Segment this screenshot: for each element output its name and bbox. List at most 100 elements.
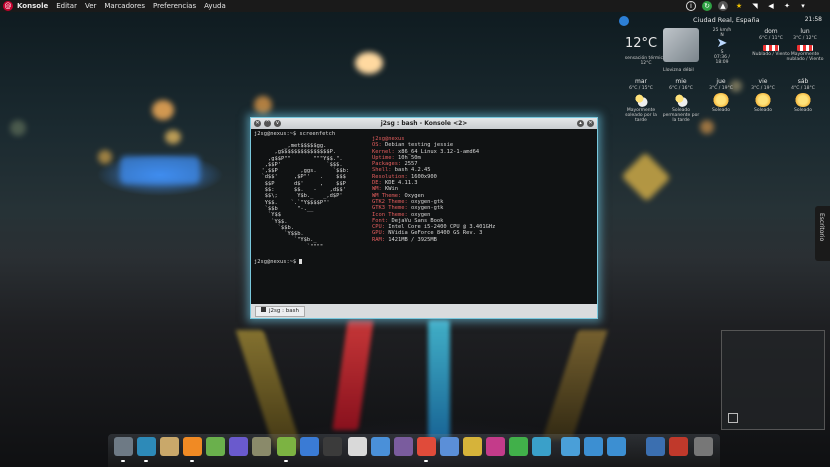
info-row: RAM: 1421MB / 3925MB bbox=[372, 237, 495, 243]
info-key: WM: bbox=[372, 186, 382, 193]
clock: 21:58 bbox=[804, 16, 822, 23]
volume-icon[interactable]: ◀ bbox=[766, 1, 776, 11]
prompt-text: j2sg@nexus:~$ bbox=[254, 259, 297, 265]
film-icon[interactable] bbox=[323, 437, 342, 456]
info-key: Resolution: bbox=[372, 173, 408, 180]
media-icon[interactable] bbox=[417, 437, 436, 456]
home-folder-icon[interactable] bbox=[561, 437, 580, 456]
menu-bar: Konsole Editar Ver Marcadores Preferenci… bbox=[17, 0, 234, 12]
reflection-cyan bbox=[428, 320, 450, 440]
debian-swirl-icon[interactable]: @ bbox=[3, 1, 13, 11]
screenshot-icon[interactable] bbox=[646, 437, 665, 456]
weather-location: Ciudad Real, España bbox=[693, 16, 760, 24]
file-manager-icon[interactable] bbox=[160, 437, 179, 456]
wifi-icon[interactable]: ◥ bbox=[750, 1, 760, 11]
terminal-tab-icon bbox=[261, 307, 266, 312]
info-key: Shell: bbox=[372, 167, 392, 174]
info-key: WM Theme: bbox=[372, 192, 402, 199]
info-value: bash 4.2.45 bbox=[394, 167, 431, 174]
bokeh-light bbox=[152, 100, 174, 120]
forecast-day: mie 6°C / 16°C Soleado permanente por la… bbox=[661, 78, 701, 123]
arrow-icon[interactable]: ▾ bbox=[798, 1, 808, 11]
reflection-red bbox=[332, 320, 374, 430]
stats-icon[interactable] bbox=[300, 437, 319, 456]
gimp-icon[interactable] bbox=[252, 437, 271, 456]
info-value: 1421MB / 3925MB bbox=[388, 236, 437, 243]
info-value: 1600x900 bbox=[410, 173, 437, 180]
sun-icon bbox=[755, 93, 771, 107]
window-title: j2sg : bash - Konsole <2> bbox=[380, 120, 468, 127]
forecast-range: 6°C / 15°C bbox=[629, 86, 653, 91]
menu-konsole[interactable]: Konsole bbox=[17, 0, 48, 12]
folder-icon[interactable] bbox=[584, 437, 603, 456]
running-indicator bbox=[284, 460, 288, 462]
terminal-icon[interactable] bbox=[137, 437, 156, 456]
konsole-tab[interactable]: j2sg : bash bbox=[255, 306, 305, 317]
forecast-range: 3°C / 19°C bbox=[751, 86, 775, 91]
ascii-logo-line: `d$$' ,$P"' . $$$ bbox=[255, 174, 346, 181]
info-value: NVidia GeForce 8400 GS Rev. 3 bbox=[388, 230, 483, 237]
menu-editar[interactable]: Editar bbox=[56, 0, 77, 12]
desktop-folder-panel[interactable] bbox=[721, 330, 825, 430]
info-value: 10h 50m bbox=[397, 154, 421, 161]
konsole-tab-bar: j2sg : bash bbox=[251, 304, 597, 318]
terminal-command-line: j2sg@nexus:~$ screenfetch bbox=[254, 131, 336, 137]
eye-icon[interactable] bbox=[348, 437, 367, 456]
forecast-day: jue 3°C / 19°C Soleado bbox=[701, 78, 741, 113]
info-value: x86_64 Linux 3.12-1-amd64 bbox=[397, 148, 480, 155]
menu-preferencias[interactable]: Preferencias bbox=[153, 0, 196, 12]
forecast-desc: Mayormente nublado / Viento bbox=[786, 52, 824, 62]
close-icon[interactable]: ✕ bbox=[587, 120, 594, 127]
bell-icon[interactable]: ▲ bbox=[718, 1, 728, 11]
window-titlebar[interactable]: ✕ ^ v j2sg : bash - Konsole <2> ✕ ▴ bbox=[251, 118, 597, 129]
info-value: KDE 4.11.3 bbox=[385, 180, 418, 187]
editor-icon[interactable] bbox=[486, 437, 505, 456]
info-key: GTK2 Theme: bbox=[372, 198, 408, 205]
maximize-icon[interactable]: ▴ bbox=[577, 120, 584, 127]
android-icon[interactable] bbox=[277, 437, 296, 456]
bokeh-light bbox=[254, 96, 272, 114]
menu-ayuda[interactable]: Ayuda bbox=[204, 0, 226, 12]
color-icon[interactable] bbox=[463, 437, 482, 456]
forecast-day: vie 3°C / 19°C Soleado bbox=[743, 78, 783, 113]
bokeh-light bbox=[165, 130, 181, 144]
bokeh-light bbox=[98, 150, 112, 164]
terminal-view[interactable]: j2sg@nexus:~$ screenfetch _,met$$$$$gg. … bbox=[251, 129, 597, 304]
forecast-day-name: jue bbox=[716, 78, 726, 85]
apps-grid-icon[interactable] bbox=[669, 437, 688, 456]
forecast-desc: Soleado bbox=[794, 108, 812, 113]
forecast-day-name: vie bbox=[758, 78, 768, 85]
browser-icon[interactable] bbox=[371, 437, 390, 456]
monitor-icon[interactable] bbox=[532, 437, 551, 456]
star-icon[interactable]: ★ bbox=[734, 1, 744, 11]
webcam-icon[interactable] bbox=[183, 437, 202, 456]
document-icon[interactable] bbox=[440, 437, 459, 456]
downloads-folder-icon[interactable] bbox=[607, 437, 626, 456]
forecast-day-name: mar bbox=[635, 78, 647, 85]
forecast-day-name: mie bbox=[675, 78, 687, 85]
info-value: oxygen-gtk bbox=[410, 205, 444, 212]
forecast-day: sáb 4°C / 18°C Soleado bbox=[783, 78, 823, 113]
update-icon[interactable]: ↻ bbox=[702, 1, 712, 11]
info-key: Uptime: bbox=[372, 154, 395, 161]
ubuntu-menu-icon[interactable]: ✦ bbox=[782, 1, 792, 11]
running-indicator bbox=[144, 460, 148, 462]
shopping-bag-icon[interactable] bbox=[206, 437, 225, 456]
power-icon[interactable] bbox=[694, 437, 713, 456]
forecast-desc: Mayormente soleado por la tarde bbox=[625, 108, 657, 123]
qt-icon[interactable] bbox=[509, 437, 528, 456]
rain-cloud-icon bbox=[663, 28, 699, 62]
info-icon[interactable]: i bbox=[686, 1, 696, 11]
desktop-toolbox-tab[interactable]: Escritorio bbox=[815, 206, 830, 261]
konsole-window: ✕ ^ v j2sg : bash - Konsole <2> ✕ ▴ j2sg… bbox=[250, 117, 598, 319]
panel-resize-icon[interactable] bbox=[728, 413, 738, 423]
menu-ver[interactable]: Ver bbox=[85, 0, 96, 12]
running-indicator bbox=[190, 460, 194, 462]
info-key: Kernel: bbox=[372, 148, 395, 155]
forecast-day: mar 6°C / 15°C Mayormente soleado por la… bbox=[621, 78, 661, 123]
graphics-icon[interactable] bbox=[394, 437, 413, 456]
pidgin-icon[interactable] bbox=[229, 437, 248, 456]
menu-marcadores[interactable]: Marcadores bbox=[104, 0, 145, 12]
windows-icon[interactable] bbox=[114, 437, 133, 456]
system-tray: i ↻ ▲ ★ ◥ ◀ ✦ ▾ bbox=[680, 1, 808, 11]
